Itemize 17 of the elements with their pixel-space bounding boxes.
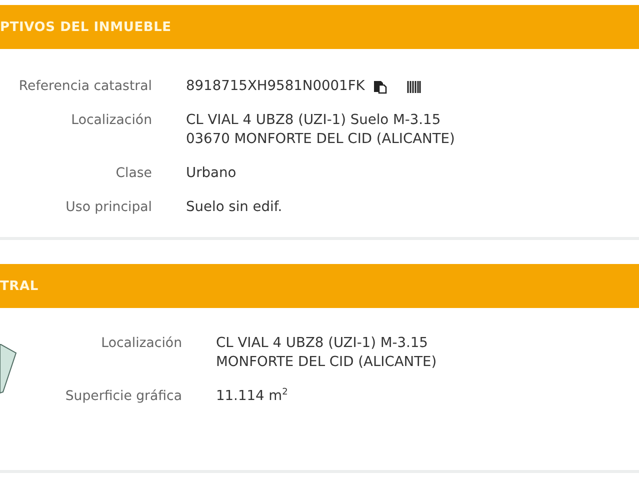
parcel-map-drawing bbox=[0, 344, 18, 394]
field-label: Localización bbox=[70, 112, 152, 130]
field-label: Referencia catastral bbox=[18, 78, 152, 96]
field-label: Superficie gráfica bbox=[64, 388, 182, 406]
field-value: 11.114 m$^{2}$ bbox=[216, 387, 288, 406]
section-header: TRAL bbox=[0, 264, 639, 308]
field-label: Clase bbox=[114, 165, 152, 183]
field-label: Localización bbox=[100, 335, 182, 353]
field-value: CL VIAL 4 UBZ8 (UZI-1) Suelo M-3.15 03670 MONFORTE DEL CID (ALICANTE) bbox=[186, 111, 455, 149]
barcode-icon[interactable] bbox=[406, 80, 421, 94]
field-value: 8918715XH9581N0001FK bbox=[186, 77, 365, 96]
section-header: PTIVOS DEL INMUEBLE bbox=[0, 5, 639, 49]
field-label: Uso principal bbox=[64, 199, 152, 217]
field-value: Suelo sin edif. bbox=[186, 198, 282, 217]
copy-icon[interactable] bbox=[372, 80, 387, 94]
field-value: Urbano bbox=[186, 164, 236, 183]
field-value: CL VIAL 4 UBZ8 (UZI-1) M-3.15 MONFORTE DEL CID (ALICANTE) bbox=[216, 334, 437, 372]
